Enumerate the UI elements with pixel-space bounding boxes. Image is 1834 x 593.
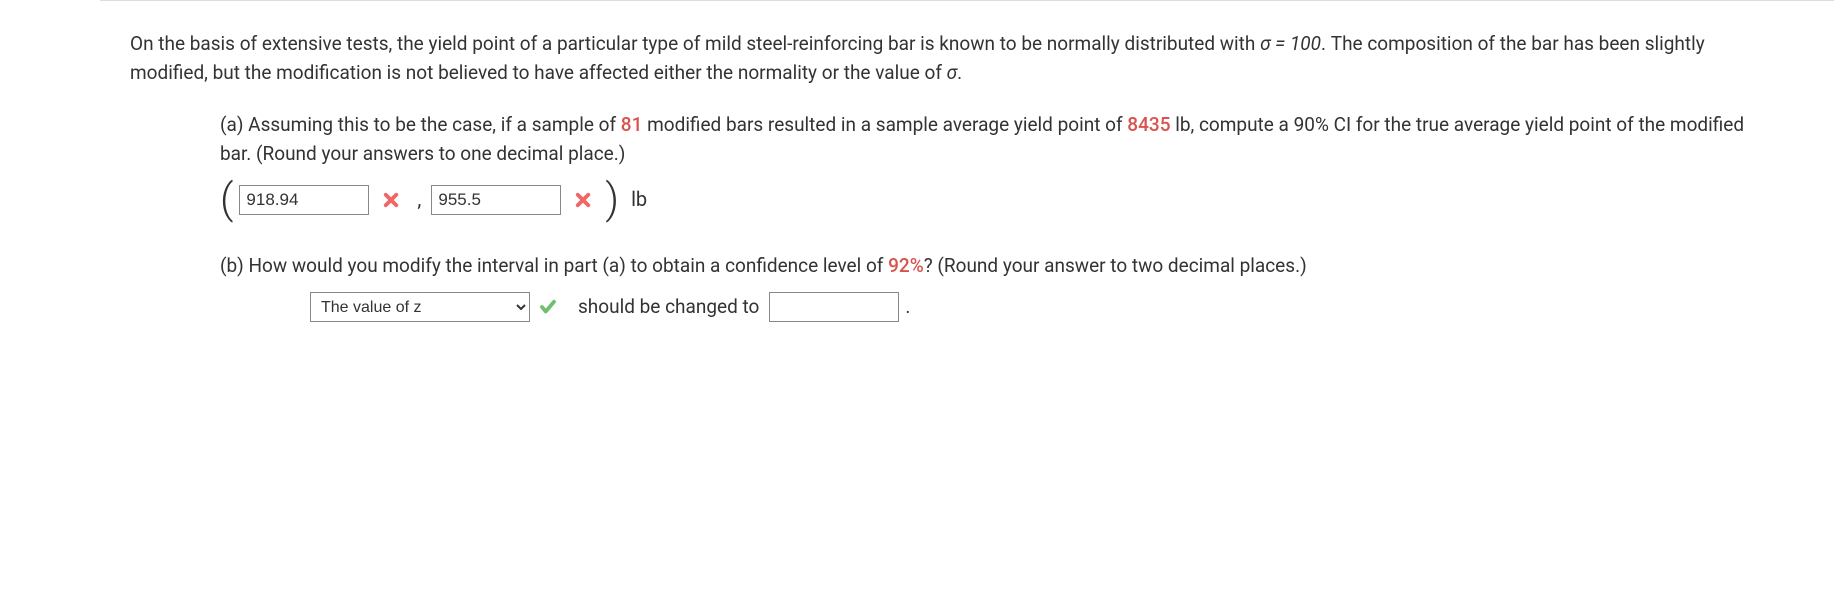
part-b-t2: ? (Round your answer to two decimal plac… [924,254,1307,277]
part-a-t2: modified bars resulted in a sample avera… [642,113,1127,136]
intro-text: On the basis of extensive tests, the yie… [130,29,1770,88]
unit-lb: lb [631,184,647,215]
sigma-var: σ [947,61,957,84]
question-outer: On the basis of extensive tests, the yie… [100,0,1834,392]
part-a-text: (a) Assuming this to be the case, if a s… [220,110,1770,169]
part-a-label: (a) [220,113,248,136]
modify-dropdown[interactable]: The value of z [310,292,530,322]
ci-upper-input[interactable] [431,185,561,215]
part-b: (b) How would you modify the interval in… [220,251,1770,322]
paren-close: ) [605,179,619,221]
comma: , [417,184,421,215]
part-b-t1: How would you modify the interval in par… [249,254,889,277]
should-be-changed-text: should be changed to [578,292,759,321]
question-container: On the basis of extensive tests, the yie… [100,1,1800,392]
period: . [905,292,910,321]
part-b-answer-row: The value of z should be changed to . [310,292,1770,322]
part-a: (a) Assuming this to be the case, if a s… [220,110,1770,221]
check-icon [538,297,558,317]
part-a-answer-row: ( , ) lb [220,179,1770,221]
ci-lower-input[interactable] [239,185,369,215]
part-a-t1: Assuming this to be the case, if a sampl… [248,113,621,136]
intro-part1: On the basis of extensive tests, the yie… [130,32,1260,55]
paren-open: ( [220,179,233,221]
cross-icon [573,190,593,210]
cross-icon [381,190,401,210]
sigma-eq: σ = 100 [1260,32,1321,55]
z-value-input[interactable] [769,292,899,322]
part-a-n: 81 [621,113,643,136]
part-a-xbar: 8435 [1127,113,1170,136]
part-b-pct: 92% [888,254,924,277]
part-b-label: (b) [220,254,249,277]
part-b-text: (b) How would you modify the interval in… [220,251,1770,280]
intro-end: . [957,61,962,84]
